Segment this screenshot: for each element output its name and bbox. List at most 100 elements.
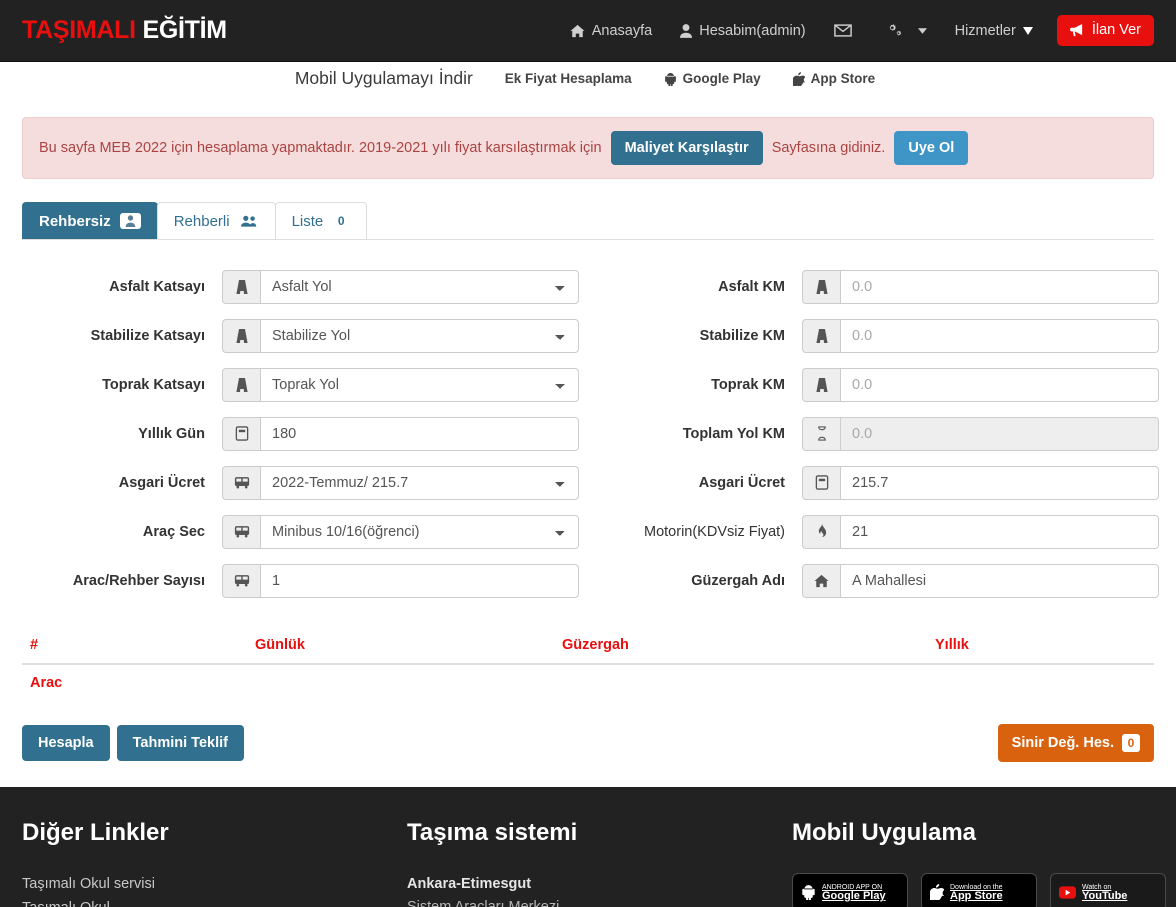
bullhorn-icon (1069, 24, 1085, 37)
google-play-badge[interactable]: ANDROID APP ON Google Play (792, 873, 908, 907)
subnav-item-app-store[interactable]: App Store (777, 71, 892, 86)
toplam-yol-km-input (840, 416, 1159, 451)
road-icon (802, 269, 840, 304)
nav-item-anasayfa[interactable]: Anasayfa (556, 0, 666, 62)
main-container: Bu sayfa MEB 2022 için hesaplama yapmakt… (0, 117, 1176, 762)
footer-system-title: Taşıma sistemi (407, 819, 578, 846)
post-listing-button[interactable]: İlan Ver (1056, 15, 1154, 46)
arac-rehber-sayisi-input[interactable] (260, 563, 579, 598)
asfalt-katsayi-select[interactable]: Asfalt Yol (260, 269, 579, 304)
field-motorin-fiyat: Motorin(KDVsiz Fiyat) (602, 507, 1162, 556)
envelope-icon (833, 24, 852, 37)
tab-rehberli[interactable]: Rehberli (156, 202, 276, 239)
nav-item-hizmetler-label: Hizmetler (954, 22, 1016, 39)
field-guzergah-adi: Güzergah Adı (602, 556, 1162, 605)
nav-item-anasayfa-label: Anasayfa (591, 22, 653, 39)
limit-value-calc-count: 0 (1122, 734, 1140, 752)
primary-nav: Anasayfa Hesabim(admin) Hizmetler İlan V… (556, 0, 1154, 62)
youtube-badge[interactable]: Watch on YouTube (1050, 873, 1166, 907)
calculation-mode-tabs: Rehbersiz Rehberli Liste 0 (22, 202, 1154, 240)
motorin-fiyat-input[interactable] (840, 514, 1159, 549)
fire-icon (802, 514, 840, 549)
guzergah-adi-input[interactable] (840, 563, 1159, 598)
nav-item-settings[interactable] (873, 23, 941, 38)
google-play-badge-text: ANDROID APP ON Google Play (822, 883, 886, 902)
road-icon (802, 367, 840, 402)
field-asgari-ucret-donem-label: Asgari Ücret (118, 474, 205, 491)
signup-button[interactable]: Uye Ol (894, 131, 969, 165)
calculation-form: Asfalt Katsayı Asfalt Yol Stabilize Kats… (22, 240, 1159, 615)
field-stabilize-km: Stabilize KM (602, 311, 1162, 360)
footer-link-1[interactable]: Taşımalı Okul (22, 897, 407, 907)
field-arac-sec-label: Araç Sec (142, 523, 205, 540)
post-listing-label: İlan Ver (1091, 22, 1141, 39)
table-row: Arac (22, 664, 1154, 702)
field-motorin-fiyat-label: Motorin(KDVsiz Fiyat) (644, 523, 785, 540)
tab-liste-label: Liste (291, 212, 324, 230)
field-arac-rehber-sayisi-label: Arac/Rehber Sayısı (72, 572, 205, 589)
field-asgari-ucret-value-label: Asgari Ücret (698, 474, 785, 491)
youtube-badge-big: YouTube (1082, 890, 1128, 902)
app-store-badge-big: App Store (950, 890, 1003, 902)
google-play-badge-big: Google Play (822, 890, 886, 902)
alert-text-middle: Sayfasına gidiniz. (771, 140, 886, 156)
footer-link-0[interactable]: Taşımalı Okul servisi (22, 873, 407, 896)
home-icon (802, 563, 840, 598)
limit-value-calc-button[interactable]: Sinir Değ. Hes. 0 (997, 724, 1154, 762)
calculator-icon (802, 465, 840, 500)
nav-item-messages[interactable] (820, 24, 873, 37)
road-icon (222, 269, 260, 304)
field-toplam-yol-km-label: Toplam Yol KM (682, 425, 785, 442)
site-logo[interactable]: TAŞIMALI EĞİTİM (22, 16, 227, 45)
field-toprak-km: Toprak KM (602, 360, 1162, 409)
form-column-left: Asfalt Katsayı Asfalt Yol Stabilize Kats… (22, 262, 602, 605)
subnav-item-ek-fiyat-hesaplama[interactable]: Ek Fiyat Hesaplama (489, 71, 648, 86)
limit-value-calc-label: Sinir Değ. Hes. (1011, 735, 1114, 751)
nav-item-hesabim[interactable]: Hesabim(admin) (666, 0, 819, 62)
gears-icon (887, 23, 904, 38)
field-asfalt-km-label: Asfalt KM (718, 278, 785, 295)
caret-down-icon (1022, 26, 1033, 35)
top-navigation-bar: TAŞIMALI EĞİTİM Anasayfa Hesabim(admin) (0, 0, 1176, 62)
field-stabilize-katsayi: Stabilize Katsayı Stabilize Yol (22, 311, 602, 360)
nav-item-hesabim-label: Hesabim(admin) (699, 22, 806, 39)
asgari-ucret-value-input[interactable] (840, 465, 1159, 500)
cost-compare-button[interactable]: Maliyet Karşılaştır (610, 131, 763, 165)
calculate-button[interactable]: Hesapla (22, 725, 110, 761)
estimate-offer-button[interactable]: Tahmini Teklif (116, 725, 244, 761)
action-button-bar: Hesapla Tahmini Teklif Sinir Değ. Hes. 0 (22, 724, 1154, 762)
toprak-katsayi-select[interactable]: Toprak Yol (260, 367, 579, 402)
table-header-row: # Günlük Güzergah Yıllık (22, 629, 1154, 665)
field-asgari-ucret-value: Asgari Ücret (602, 458, 1162, 507)
stabilize-km-input[interactable] (840, 318, 1159, 353)
bus-icon (222, 465, 260, 500)
results-table: # Günlük Güzergah Yıllık Arac (22, 629, 1154, 702)
apple-icon (930, 884, 944, 900)
calculator-icon (222, 416, 260, 451)
field-arac-sec: Araç Sec Minibus 10/16(öğrenci) (22, 507, 602, 556)
subnav-item-google-play[interactable]: Google Play (648, 71, 777, 86)
asgari-ucret-donem-select[interactable]: 2022-Temmuz/ 215.7 (260, 465, 579, 500)
footer-column-mobile: Mobil Uygulama ANDROID APP ON Google Pla… (792, 819, 1176, 907)
field-toprak-km-label: Toprak KM (711, 376, 785, 393)
arac-sec-select[interactable]: Minibus 10/16(öğrenci) (260, 514, 579, 549)
footer-system-entry-title: Ankara-Etimesgut (407, 876, 532, 892)
field-asfalt-km: Asfalt KM (602, 262, 1162, 311)
tab-liste[interactable]: Liste 0 (274, 202, 368, 239)
toprak-km-input[interactable] (840, 367, 1159, 402)
footer-column-system: Taşıma sistemi Ankara-Etimesgut Sistem A… (407, 819, 792, 907)
yillik-gun-input[interactable] (260, 416, 579, 451)
field-yillik-gun-label: Yıllık Gün (138, 425, 205, 442)
bus-icon (222, 514, 260, 549)
nav-item-hizmetler[interactable]: Hizmetler (941, 0, 1047, 62)
column-header-guzergah: Güzergah (554, 629, 927, 665)
footer-links-title: Diğer Linkler (22, 819, 169, 846)
road-icon (802, 318, 840, 353)
field-arac-rehber-sayisi: Arac/Rehber Sayısı (22, 556, 602, 605)
cell-yillik (927, 664, 1154, 702)
asfalt-km-input[interactable] (840, 269, 1159, 304)
store-badge-group: ANDROID APP ON Google Play Download on t… (792, 873, 1176, 907)
app-store-badge[interactable]: Download on the App Store (921, 873, 1037, 907)
stabilize-katsayi-select[interactable]: Stabilize Yol (260, 318, 579, 353)
tab-rehbersiz[interactable]: Rehbersiz (22, 202, 158, 239)
